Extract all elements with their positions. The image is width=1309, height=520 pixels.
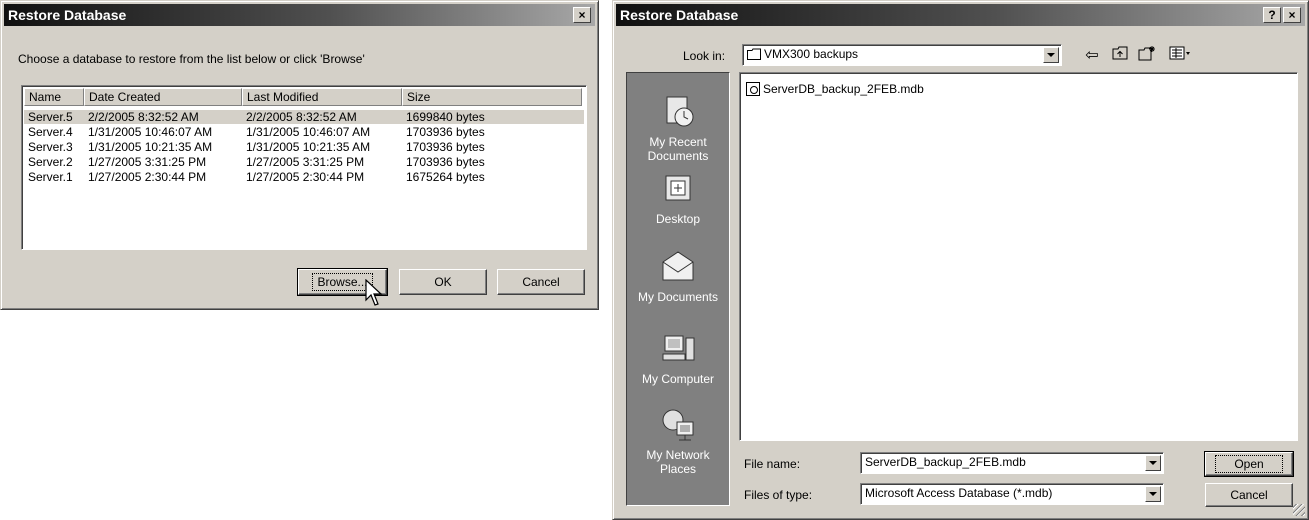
browse-button-label: Browse... (312, 273, 373, 291)
restore-dialog-titlebar[interactable]: Restore Database × (4, 4, 595, 26)
file-name-label: File name: (744, 457, 801, 471)
resize-grip[interactable] (1293, 504, 1305, 516)
file-list[interactable]: ServerDB_backup_2FEB.mdb (739, 72, 1298, 441)
place-label: My Documents (637, 290, 719, 304)
view-menu-icon[interactable] (1166, 45, 1196, 67)
restore-prompt: Choose a database to restore from the li… (18, 52, 365, 66)
cell-name: Server.5 (28, 110, 73, 124)
help-icon: ? (1268, 8, 1276, 22)
desktop-icon (665, 175, 691, 201)
cell-last-modified: 1/27/2005 2:30:44 PM (246, 170, 365, 184)
list-item[interactable]: ServerDB_backup_2FEB.mdb (746, 81, 924, 97)
close-icon: × (578, 8, 586, 22)
recent-documents-icon (666, 96, 694, 127)
up-folder-icon[interactable] (1109, 45, 1131, 67)
open-dialog-title: Restore Database (620, 7, 739, 23)
chevron-down-icon[interactable] (1145, 455, 1161, 471)
cell-name: Server.4 (28, 125, 73, 139)
ok-button[interactable]: OK (399, 269, 487, 295)
my-documents-icon (662, 251, 694, 281)
file-name: ServerDB_backup_2FEB.mdb (763, 82, 924, 96)
open-button[interactable]: Open (1204, 451, 1294, 477)
table-row[interactable]: Server.3 1/31/2005 10:21:35 AM 1/31/2005… (24, 140, 584, 154)
place-my-network-places[interactable]: My Network Places (627, 406, 729, 476)
files-of-type-dropdown[interactable]: Microsoft Access Database (*.mdb) (860, 483, 1164, 505)
cell-date-created: 1/31/2005 10:46:07 AM (88, 125, 213, 139)
back-icon[interactable]: ⇦ (1081, 45, 1103, 67)
network-places-icon (662, 409, 694, 441)
table-row[interactable]: Server.2 1/27/2005 3:31:25 PM 1/27/2005 … (24, 155, 584, 169)
cell-date-created: 1/27/2005 2:30:44 PM (88, 170, 207, 184)
cell-last-modified: 1/31/2005 10:21:35 AM (246, 140, 371, 154)
file-name-value: ServerDB_backup_2FEB.mdb (865, 455, 1026, 469)
table-row[interactable]: Server.4 1/31/2005 10:46:07 AM 1/31/2005… (24, 125, 584, 139)
close-icon: × (1288, 8, 1296, 22)
column-header-last-modified[interactable]: Last Modified (242, 88, 402, 106)
cell-size: 1699840 bytes (406, 110, 485, 124)
cancel-button[interactable]: Cancel (497, 269, 585, 295)
mouse-pointer-icon (365, 279, 383, 306)
cancel-button[interactable]: Cancel (1205, 483, 1293, 507)
place-label: My Network Places (646, 448, 710, 476)
place-label: Desktop (655, 212, 701, 226)
look-in-value: VMX300 backups (764, 47, 859, 61)
column-header-name[interactable]: Name (24, 88, 84, 106)
cell-name: Server.3 (28, 140, 73, 154)
place-my-documents[interactable]: My Documents (627, 248, 729, 304)
restore-database-dialog: Restore Database × Choose a database to … (0, 0, 599, 310)
cell-last-modified: 1/27/2005 3:31:25 PM (246, 155, 365, 169)
files-of-type-value: Microsoft Access Database (*.mdb) (865, 486, 1053, 500)
table-row[interactable]: Server.5 2/2/2005 8:32:52 AM 2/2/2005 8:… (24, 110, 584, 124)
place-label: My Recent Documents (647, 135, 709, 163)
close-button[interactable]: × (573, 7, 591, 23)
cell-name: Server.2 (28, 155, 73, 169)
places-bar: My Recent Documents Desktop My Documents (626, 72, 730, 506)
place-desktop[interactable]: Desktop (627, 170, 729, 226)
place-my-computer[interactable]: My Computer (627, 330, 729, 386)
cell-size: 1675264 bytes (406, 170, 485, 184)
cell-last-modified: 1/31/2005 10:46:07 AM (246, 125, 371, 139)
cancel-button-label: Cancel (522, 275, 560, 289)
place-my-recent-documents[interactable]: My Recent Documents (627, 93, 729, 163)
cell-date-created: 1/31/2005 10:21:35 AM (88, 140, 213, 154)
column-header-size[interactable]: Size (402, 88, 582, 106)
look-in-dropdown[interactable]: VMX300 backups (742, 44, 1062, 66)
close-button[interactable]: × (1283, 7, 1301, 23)
folder-icon (747, 48, 761, 60)
cell-size: 1703936 bytes (406, 140, 485, 154)
new-folder-icon[interactable] (1136, 45, 1158, 67)
open-button-label: Open (1215, 455, 1283, 473)
file-name-field[interactable]: ServerDB_backup_2FEB.mdb (860, 452, 1164, 474)
open-dialog-titlebar[interactable]: Restore Database ? × (616, 4, 1305, 26)
cancel-button-label: Cancel (1230, 488, 1268, 502)
ok-button-label: OK (434, 275, 452, 289)
cell-date-created: 1/27/2005 3:31:25 PM (88, 155, 207, 169)
chevron-down-icon[interactable] (1043, 47, 1059, 63)
cell-date-created: 2/2/2005 8:32:52 AM (88, 110, 199, 124)
backup-list-header: Name Date Created Last Modified Size (24, 88, 584, 106)
backup-list[interactable]: Name Date Created Last Modified Size Ser… (21, 85, 587, 250)
cell-last-modified: 2/2/2005 8:32:52 AM (246, 110, 357, 124)
cell-size: 1703936 bytes (406, 125, 485, 139)
open-file-dialog: Restore Database ? × Look in: VMX300 bac… (612, 0, 1309, 520)
help-button[interactable]: ? (1263, 7, 1281, 23)
restore-dialog-title: Restore Database (8, 7, 127, 23)
files-of-type-label: Files of type: (744, 488, 813, 502)
access-database-icon (746, 82, 760, 96)
cell-size: 1703936 bytes (406, 155, 485, 169)
my-computer-icon (662, 335, 695, 361)
look-in-label: Look in: (683, 49, 726, 63)
place-label: My Computer (641, 372, 715, 386)
table-row[interactable]: Server.1 1/27/2005 2:30:44 PM 1/27/2005 … (24, 170, 584, 184)
column-header-date-created[interactable]: Date Created (84, 88, 242, 106)
cell-name: Server.1 (28, 170, 73, 184)
chevron-down-icon[interactable] (1145, 486, 1161, 502)
